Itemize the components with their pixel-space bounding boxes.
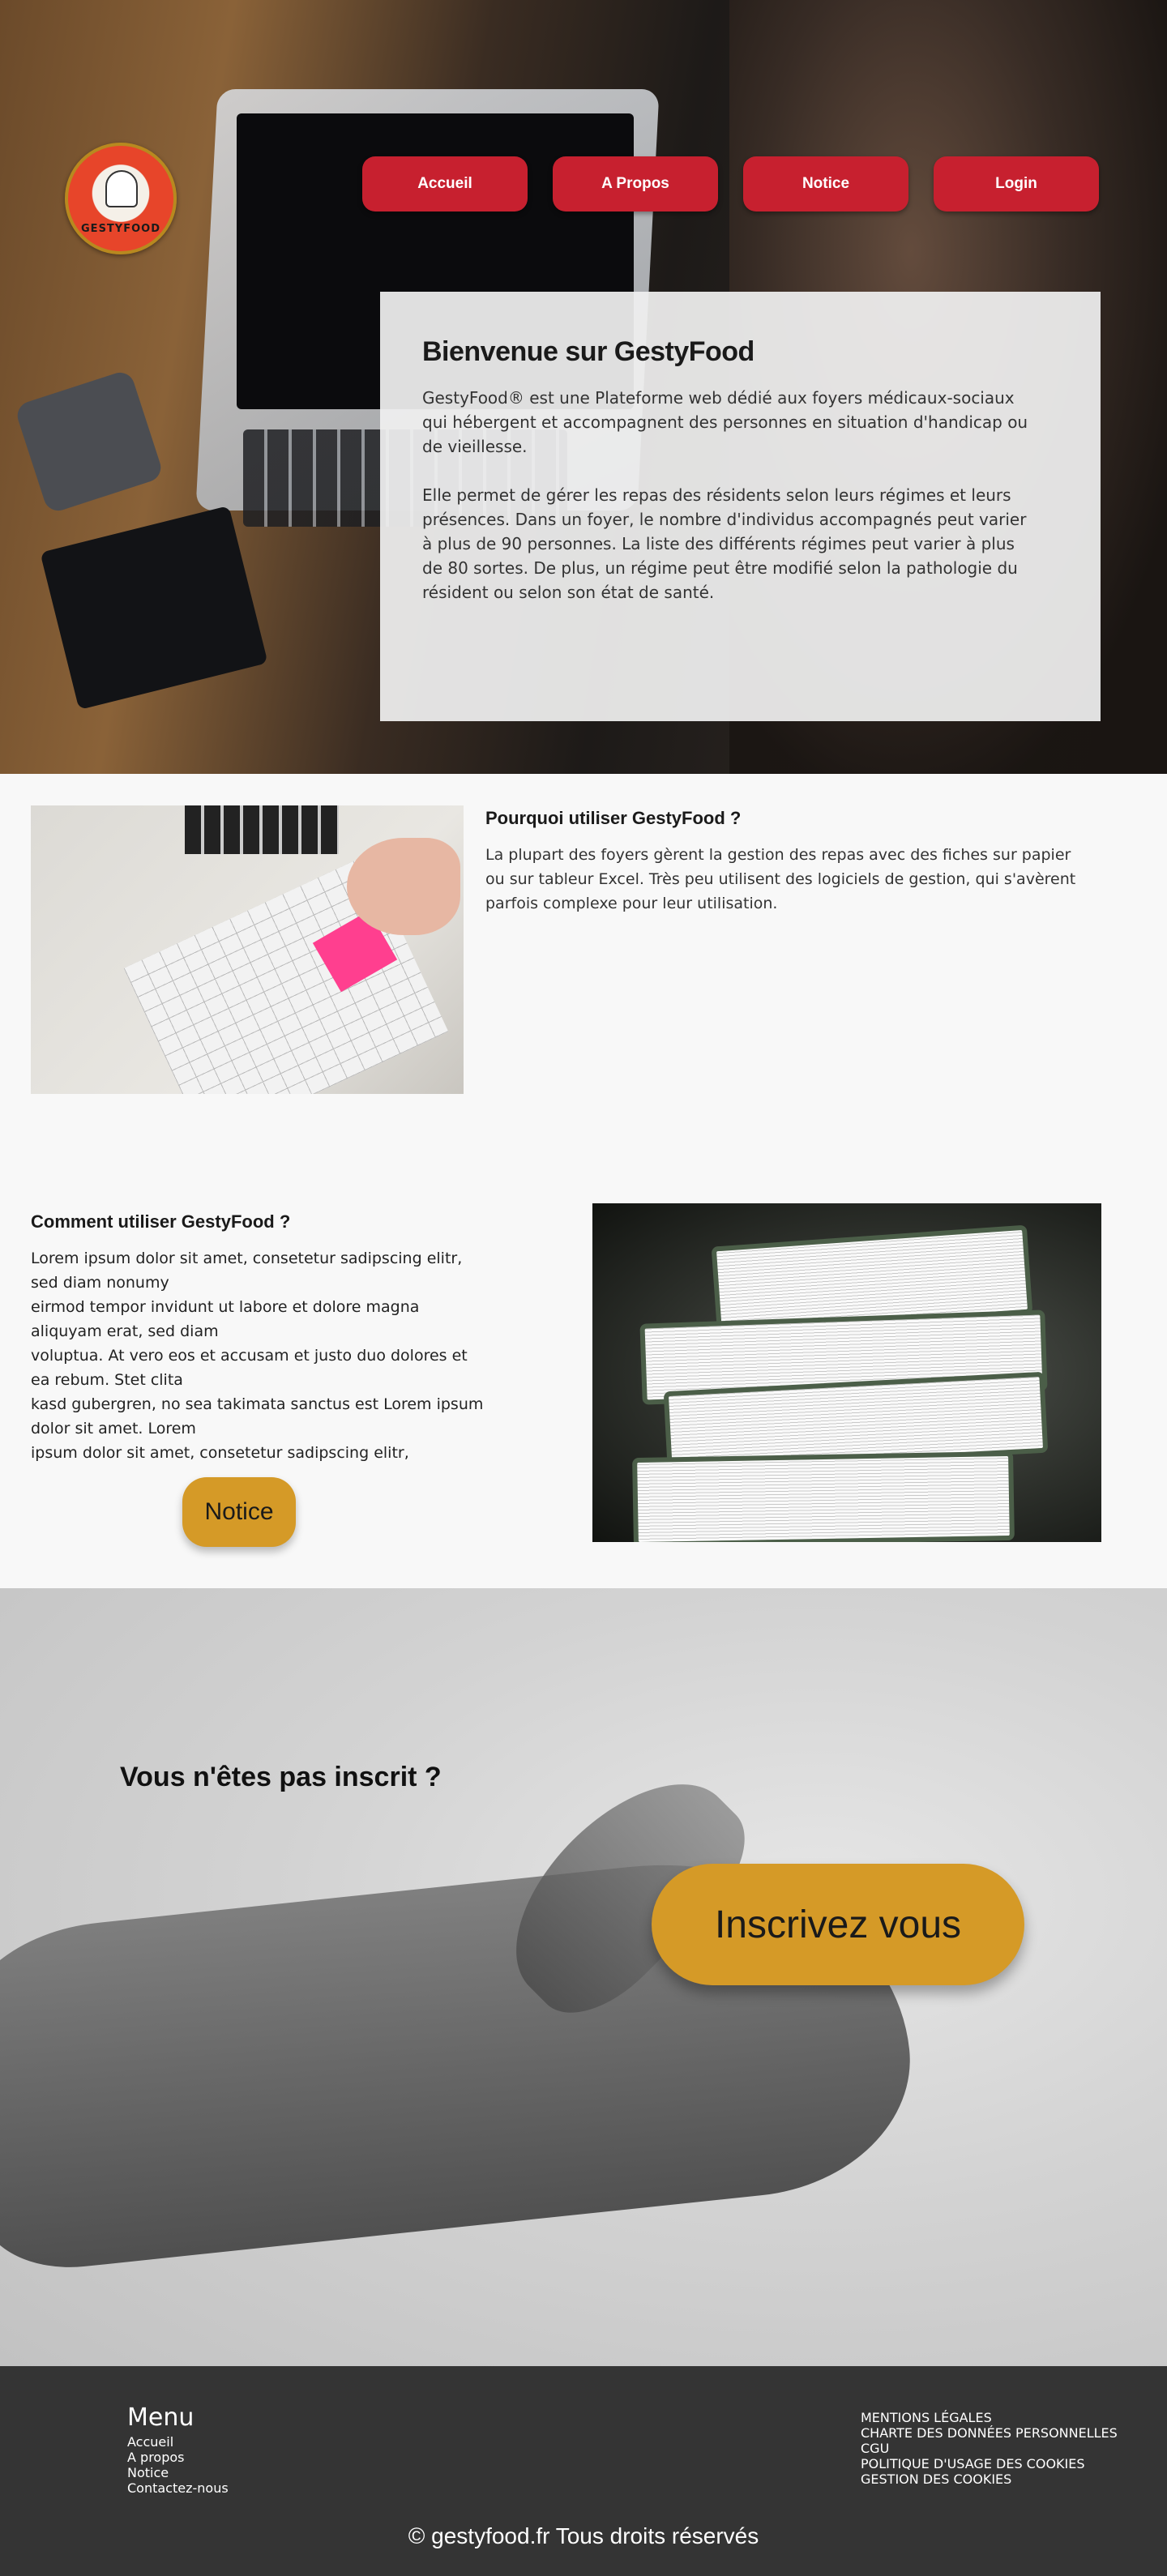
binders-image [592,1203,1101,1542]
footer-link-a-propos[interactable]: A propos [127,2450,229,2465]
footer-link-accueil[interactable]: Accueil [127,2434,229,2450]
chef-hat-icon [105,170,138,207]
footer-link-contact[interactable]: Contactez-nous [127,2480,229,2496]
footer-link-mentions-legales[interactable]: MENTIONS LÉGALES [861,2410,1118,2425]
signup-title: Vous n'êtes pas inscrit ? [120,1762,442,1792]
hero-section: GESTYFOOD Accueil A Propos Notice Login … [0,0,1167,774]
welcome-paragraph-1: GestyFood® est une Plateforme web dédié … [422,388,1028,456]
hero-phone-image [14,369,165,515]
nav-button-login[interactable]: Login [934,156,1099,211]
why-title: Pourquoi utiliser GestyFood ? [485,808,742,828]
keyboard-shape [185,805,339,854]
hand-shape [347,838,460,935]
binder-shape [632,1450,1015,1542]
footer-link-charte-donnees[interactable]: CHARTE DES DONNÉES PERSONNELLES [861,2425,1118,2441]
welcome-title: Bienvenue sur GestyFood [422,336,754,367]
nav-button-notice[interactable]: Notice [743,156,908,211]
footer-link-notice[interactable]: Notice [127,2465,229,2480]
footer-link-politique-cookies[interactable]: POLITIQUE D'USAGE DES COOKIES [861,2456,1118,2471]
footer-link-gestion-cookies[interactable]: GESTION DES COOKIES [861,2471,1118,2487]
footer-legal-links: MENTIONS LÉGALES CHARTE DES DONNÉES PERS… [861,2410,1118,2487]
footer-menu: Accueil A propos Notice Contactez-nous [127,2434,229,2496]
logo-text: GESTYFOOD [81,223,160,235]
footer: Menu Accueil A propos Notice Contactez-n… [0,2366,1167,2576]
welcome-panel: Bienvenue sur GestyFood GestyFood® est u… [380,292,1101,721]
welcome-paragraph-2: Elle permet de gérer les repas des résid… [422,485,1027,602]
copyright: © gestyfood.fr Tous droits réservés [408,2523,759,2548]
notice-button[interactable]: Notice [182,1477,296,1547]
why-text: La plupart des foyers gèrent la gestion … [485,846,1076,912]
hero-notebook-image [40,505,268,711]
gestyfood-logo[interactable]: GESTYFOOD [65,143,177,254]
footer-menu-title: Menu [127,2403,194,2432]
signup-section: Vous n'êtes pas inscrit ? Inscrivez vous [0,1588,1167,2366]
nav-button-accueil[interactable]: Accueil [362,156,528,211]
how-text: Lorem ipsum dolor sit amet, consetetur s… [31,1250,484,1462]
why-section: Pourquoi utiliser GestyFood ? La plupart… [0,774,1167,1151]
how-title: Comment utiliser GestyFood ? [31,1211,291,1232]
how-section: Comment utiliser GestyFood ? Lorem ipsum… [0,1143,1167,1588]
nav-button-a-propos[interactable]: A Propos [553,156,718,211]
signup-button[interactable]: Inscrivez vous [652,1864,1024,1985]
main-nav: Accueil A Propos Notice Login [362,156,1099,211]
planning-desk-image [31,805,464,1094]
footer-link-cgu[interactable]: CGU [861,2441,1118,2456]
